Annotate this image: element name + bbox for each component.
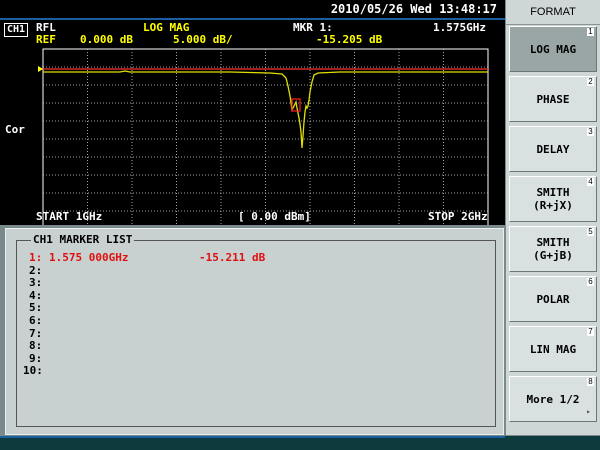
marker-row-number: 4: — [29, 288, 43, 302]
marker-row-number: 1: — [29, 251, 43, 264]
status-bar: 2010/05/26 Wed 13:48:17 — [0, 0, 505, 20]
arrow-right-icon: ▸ — [586, 407, 591, 416]
softkey-number-badge: 6 — [587, 277, 594, 286]
softkey-number-badge: 3 — [587, 127, 594, 136]
softkey-number-badge: 7 — [587, 327, 594, 336]
softkey-delay[interactable]: DELAY 3 — [509, 126, 597, 172]
marker-row-number: 2: — [29, 263, 43, 277]
softkey-label: DELAY — [536, 142, 570, 156]
trace-plot — [38, 48, 489, 225]
marker-row-value: -15.211 dB — [199, 251, 266, 264]
softkey-number-badge: 8 — [587, 377, 594, 386]
softkey-label: More 1/2 — [526, 392, 580, 406]
softkey-number-badge: 5 — [587, 227, 594, 236]
marker-row-number: 6: — [29, 314, 43, 327]
stop-frequency: STOP 2GHz — [428, 210, 488, 223]
softkey-label: LOG MAG — [529, 42, 577, 56]
softkey-number-badge: 1 — [587, 27, 594, 36]
softkey-log-mag[interactable]: LOG MAG 1 — [509, 26, 597, 72]
marker-list-panel: CH1 MARKER LIST 1: 1.575 000GHz -15.211 dB… — [5, 228, 504, 435]
bottom-status-bar — [0, 436, 600, 450]
source-power: [ 0.00 dBm] — [238, 210, 311, 223]
softkey-label: LIN MAG — [529, 342, 577, 356]
softkey-label: SMITH (R+jX) — [533, 186, 573, 212]
marker-row-number: 7: — [29, 326, 43, 340]
softkey-smith-r-jx[interactable]: SMITH (R+jX) 4 — [509, 176, 597, 222]
softkey-label: POLAR — [536, 292, 570, 306]
softkey-more-1-2[interactable]: More 1/2 8 ▸ — [509, 376, 597, 422]
bottom-accent — [0, 436, 505, 438]
softkey-smith-g-jb[interactable]: SMITH (G+jB) 5 — [509, 226, 597, 272]
softkey-number-badge: 2 — [587, 77, 594, 86]
reference-arrow — [38, 66, 43, 72]
softkey-label: PHASE — [536, 92, 570, 106]
softkey-phase[interactable]: PHASE 2 — [509, 76, 597, 122]
marker-row-number: 9: — [29, 351, 43, 365]
marker-row-number: 8: — [29, 339, 43, 353]
softkey-lin-mag[interactable]: LIN MAG 7 — [509, 326, 597, 372]
marker-row-number: 5: — [29, 301, 43, 315]
marker-row-number: 3: — [29, 276, 43, 290]
softkey-label: SMITH (G+jB) — [533, 236, 573, 262]
start-frequency: START 1GHz — [36, 210, 103, 223]
softkey-menu: FORMAT LOG MAG 1 PHASE 2 DELAY 3 SMITH (R+jX) 4… — [506, 0, 600, 435]
marker-list-frame: CH1 MARKER LIST 1: 1.575 000GHz -15.211 dB… — [16, 233, 496, 427]
marker-row-number: 10: — [23, 364, 43, 378]
marker-list-title: CH1 MARKER LIST — [31, 233, 135, 246]
marker-row-frequency: 1.575 000GHz — [49, 251, 129, 264]
softkey-polar[interactable]: POLAR 6 — [509, 276, 597, 322]
menu-title: FORMAT — [506, 0, 600, 25]
softkey-number-badge: 4 — [587, 177, 594, 186]
graticule-grid — [43, 49, 488, 225]
trace-display[interactable]: CH1 RFL LOG MAG MKR 1: 1.575GHz REF 0.00… — [0, 20, 505, 225]
datetime-display: 2010/05/26 Wed 13:48:17 — [330, 2, 497, 16]
